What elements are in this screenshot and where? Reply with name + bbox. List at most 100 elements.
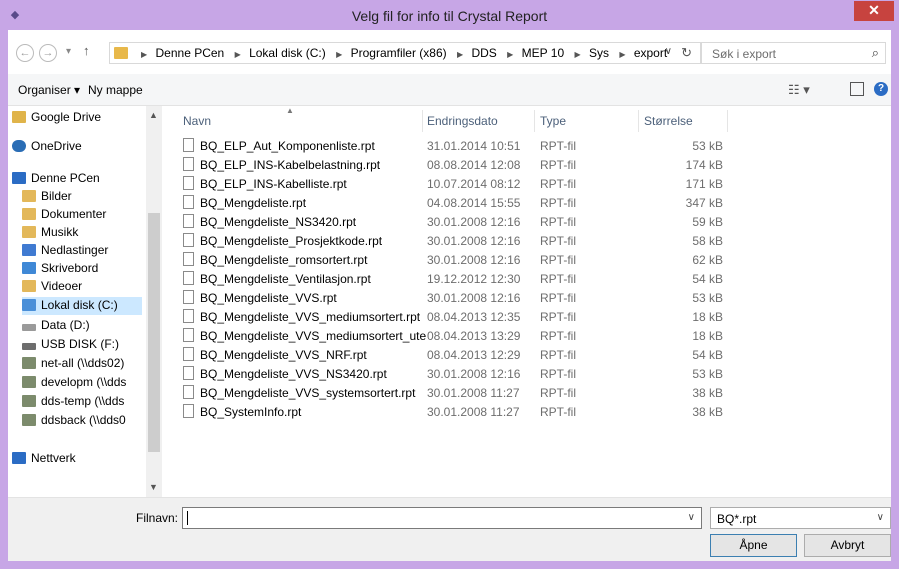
nav-item-desktop[interactable]: Skrivebord	[22, 261, 98, 279]
file-row[interactable]: BQ_Mengdeliste_VVS_systemsortert.rpt 30.0…	[174, 383, 734, 402]
nav-item-music[interactable]: Musikk	[22, 225, 78, 243]
breadcrumb-separator-icon: ▶	[619, 50, 626, 59]
recent-locations-dropdown-icon[interactable]: ▾	[66, 46, 71, 57]
file-row[interactable]: BQ_ELP_INS-Kabelbelastning.rpt 08.08.2014…	[174, 155, 734, 174]
breadcrumb-item[interactable]: Denne PCen	[156, 46, 225, 60]
column-header-name[interactable]: Navn	[183, 114, 211, 128]
breadcrumb-item[interactable]: DDS	[471, 46, 496, 60]
breadcrumb-item[interactable]: Sys	[589, 46, 609, 60]
search-input[interactable]: Søk i export ⌕	[701, 42, 886, 64]
nav-item-google-drive[interactable]: Google Drive	[12, 110, 101, 128]
column-divider[interactable]	[638, 110, 639, 132]
desktop-folder-icon	[22, 262, 36, 274]
command-bar: Organiser ▾ Ny mappe ☷ ▾ ?	[8, 74, 891, 106]
breadcrumb-item[interactable]: Lokal disk (C:)	[249, 46, 326, 60]
nav-item-label: Nedlastinger	[41, 243, 109, 257]
scroll-down-icon[interactable]: ▼	[149, 482, 158, 492]
file-row[interactable]: BQ_ELP_INS-Kabelliste.rpt 10.07.2014 08:1…	[174, 174, 734, 193]
view-options-icon[interactable]: ☷ ▾	[788, 82, 810, 98]
column-divider[interactable]	[727, 110, 728, 132]
filename-history-dropdown-icon[interactable]: ∨	[688, 512, 695, 523]
close-button[interactable]: ✕	[854, 1, 894, 21]
filename-label: Filnavn:	[136, 511, 179, 525]
help-icon[interactable]: ?	[874, 82, 888, 96]
nav-item-documents[interactable]: Dokumenter	[22, 207, 106, 225]
file-name: BQ_ELP_Aut_Komponenliste.rpt	[200, 139, 375, 153]
nav-item-label: Lokal disk (C:)	[41, 298, 118, 312]
file-row[interactable]: BQ_Mengdeliste_VVS_mediumsortert_ute... 0…	[174, 326, 734, 345]
nav-item-videos[interactable]: Videoer	[22, 279, 82, 297]
nav-item-network[interactable]: Nettverk	[12, 451, 76, 469]
file-size: 38 kB	[692, 386, 723, 400]
nav-item-data-d[interactable]: Data (D:)	[22, 318, 90, 336]
breadcrumb-separator-icon: ▶	[456, 50, 464, 59]
file-type: RPT-fil	[540, 253, 576, 267]
nav-item-pictures[interactable]: Bilder	[22, 189, 72, 207]
breadcrumb-item[interactable]: Programfiler (x86)	[351, 46, 447, 60]
preview-pane-icon[interactable]	[850, 82, 864, 96]
downloads-folder-icon	[22, 244, 36, 256]
computer-icon	[12, 172, 26, 184]
organize-button[interactable]: Organiser ▾	[18, 83, 80, 97]
nav-item-this-pc[interactable]: Denne PCen	[12, 171, 100, 189]
nav-item-dds-temp[interactable]: dds-temp (\\dds	[22, 394, 146, 412]
scroll-up-icon[interactable]: ▲	[149, 110, 158, 120]
cancel-button[interactable]: Avbryt	[804, 534, 891, 557]
file-type: RPT-fil	[540, 291, 576, 305]
nav-item-label: Musikk	[41, 225, 79, 239]
search-icon[interactable]: ⌕	[872, 45, 879, 61]
nav-item-developm[interactable]: developm (\\dds	[22, 375, 146, 393]
nav-item-usb-disk-f[interactable]: USB DISK (F:)	[22, 337, 119, 355]
forward-button[interactable]: →	[39, 44, 57, 62]
file-name: BQ_ELP_INS-Kabelbelastning.rpt	[200, 158, 381, 172]
refresh-icon[interactable]: ↻	[681, 45, 692, 61]
file-date: 30.01.2008 11:27	[427, 386, 520, 400]
file-type-filter-select[interactable]: BQ*.rpt ∨	[710, 507, 891, 529]
nav-item-onedrive[interactable]: OneDrive	[12, 139, 82, 157]
file-type: RPT-fil	[540, 367, 576, 381]
file-row[interactable]: BQ_Mengdeliste_VVS_mediumsortert.rpt 08.0…	[174, 307, 734, 326]
file-row[interactable]: BQ_Mengdeliste_Ventilasjon.rpt 19.12.2012…	[174, 269, 734, 288]
usb-drive-icon	[22, 343, 36, 350]
rpt-file-icon	[183, 404, 194, 418]
nav-item-net-all[interactable]: net-all (\\dds02)	[22, 356, 124, 374]
column-header-type[interactable]: Type	[540, 114, 566, 128]
filename-input[interactable]: ∨	[182, 507, 702, 529]
open-button[interactable]: Åpne	[710, 534, 797, 557]
file-row[interactable]: BQ_Mengdeliste_romsortert.rpt 30.01.2008 …	[174, 250, 734, 269]
file-row[interactable]: BQ_ELP_Aut_Komponenliste.rpt 31.01.2014 1…	[174, 136, 734, 155]
file-row[interactable]: BQ_Mengdeliste_VVS_NS3420.rpt 30.01.2008 …	[174, 364, 734, 383]
nav-item-downloads[interactable]: Nedlastinger	[22, 243, 108, 261]
back-button[interactable]: ←	[16, 44, 34, 62]
file-name: BQ_Mengdeliste_VVS_mediumsortert_ute...	[200, 329, 426, 343]
nav-item-label: Dokumenter	[41, 207, 107, 221]
column-header-date[interactable]: Endringsdato	[427, 114, 498, 128]
new-folder-button[interactable]: Ny mappe	[88, 83, 143, 97]
file-row[interactable]: BQ_Mengdeliste.rpt 04.08.2014 15:55 RPT-fi…	[174, 193, 734, 212]
nav-item-ddsback[interactable]: ddsback (\\dds0	[22, 413, 146, 431]
file-size: 18 kB	[692, 329, 723, 343]
file-date: 30.01.2008 12:16	[427, 215, 521, 229]
column-headers: ▲ Navn Endringsdato Type Størrelse	[174, 106, 891, 134]
column-divider[interactable]	[422, 110, 423, 132]
file-row[interactable]: BQ_Mengdeliste_VVS.rpt 30.01.2008 12:16 RP…	[174, 288, 734, 307]
address-bar[interactable]: ▶ Denne PCen ▶ Lokal disk (C:) ▶ Program…	[109, 42, 701, 64]
breadcrumb-separator-icon: ▶	[507, 50, 514, 59]
nav-item-local-disk-c[interactable]: Lokal disk (C:)	[22, 297, 142, 315]
column-header-size[interactable]: Størrelse	[644, 114, 693, 128]
address-dropdown-icon[interactable]: ∨	[665, 46, 672, 57]
search-placeholder: Søk i export	[712, 47, 777, 61]
column-divider[interactable]	[534, 110, 535, 132]
file-row[interactable]: BQ_SystemInfo.rpt 30.01.2008 11:27 RPT-fil…	[174, 402, 734, 421]
nav-scrollbar[interactable]: ▲ ▼	[146, 106, 162, 497]
scrollbar-thumb[interactable]	[148, 213, 160, 452]
file-row[interactable]: BQ_Mengdeliste_Prosjektkode.rpt 30.01.200…	[174, 231, 734, 250]
file-row[interactable]: BQ_Mengdeliste_NS3420.rpt 30.01.2008 12:1…	[174, 212, 734, 231]
up-button[interactable]: ↑	[83, 43, 90, 58]
rpt-file-icon	[183, 195, 194, 209]
file-row[interactable]: BQ_Mengdeliste_VVS_NRF.rpt 08.04.2013 12:…	[174, 345, 734, 364]
breadcrumb-separator-icon: ▶	[141, 50, 148, 59]
breadcrumb-item[interactable]: MEP 10	[522, 46, 564, 60]
file-size: 18 kB	[692, 310, 723, 324]
breadcrumb-item[interactable]: export	[634, 46, 667, 60]
